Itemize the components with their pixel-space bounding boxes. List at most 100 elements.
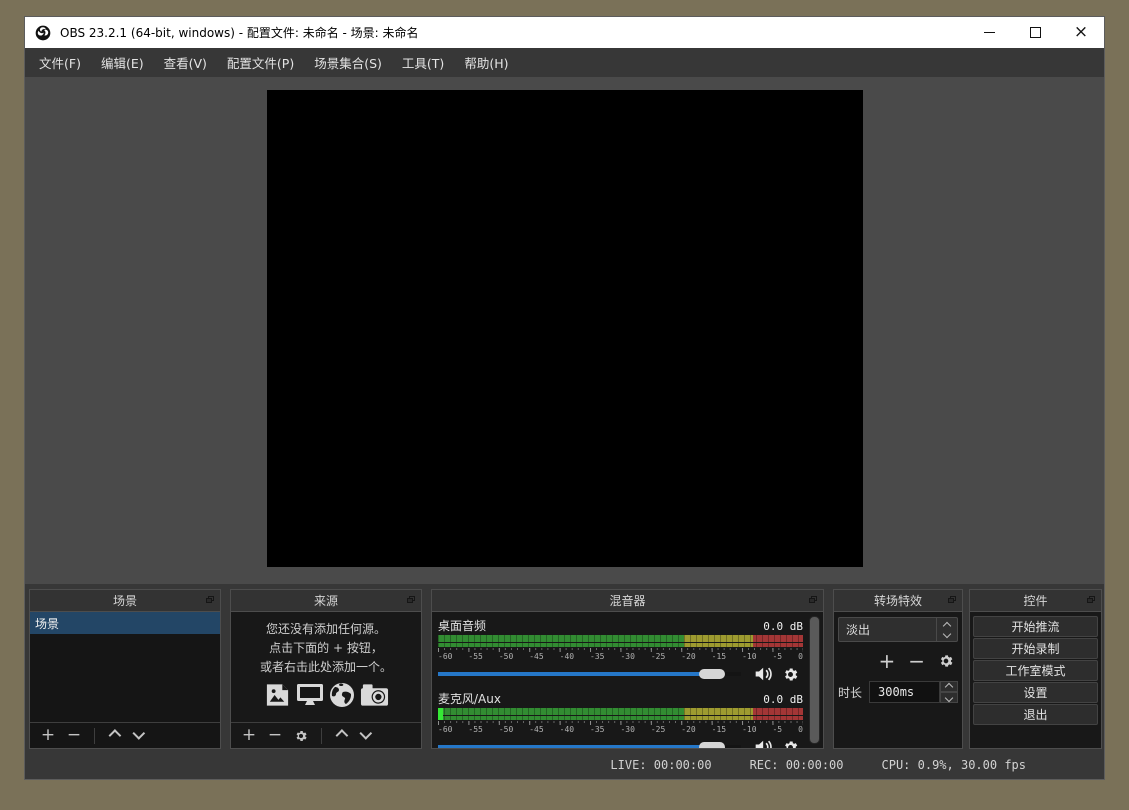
add-transition-button[interactable]: + xyxy=(878,651,895,671)
exit-button[interactable]: 退出 xyxy=(973,704,1098,725)
speaker-icon xyxy=(754,739,774,748)
float-panel-icon[interactable] xyxy=(809,596,818,604)
settings-button[interactable]: 设置 xyxy=(973,682,1098,703)
mute-button[interactable] xyxy=(751,738,777,748)
mixer-channel-mic-aux: 麦克风/Aux 0.0 dB -60-55-50-45-40-35-30-25-… xyxy=(438,690,803,748)
move-source-up-button[interactable] xyxy=(330,723,350,748)
float-panel-icon[interactable] xyxy=(948,596,957,604)
studio-mode-button[interactable]: 工作室模式 xyxy=(973,660,1098,681)
start-streaming-button[interactable]: 开始推流 xyxy=(973,616,1098,637)
sources-empty-area[interactable]: 您还没有添加任何源。 点击下面的 + 按钮， 或者右击此处添加一个。 xyxy=(231,612,421,722)
meter-live-level xyxy=(438,708,443,720)
duration-decrease-button[interactable] xyxy=(940,692,958,703)
controls-panel-header[interactable]: 控件 xyxy=(970,590,1101,612)
channel-settings-button[interactable] xyxy=(777,738,803,748)
display-icon xyxy=(296,682,324,708)
source-type-icons xyxy=(231,682,421,708)
add-source-button[interactable]: + xyxy=(239,723,259,748)
menu-help[interactable]: 帮助(H) xyxy=(454,48,518,77)
transitions-panel-header[interactable]: 转场特效 xyxy=(834,590,962,612)
sources-panel-header[interactable]: 来源 xyxy=(231,590,421,612)
chevron-up-icon xyxy=(108,729,121,742)
mixer-panel-title: 混音器 xyxy=(609,592,645,609)
image-icon xyxy=(264,682,291,708)
sources-empty-line1: 您还没有添加任何源。 xyxy=(231,620,421,639)
minimize-button[interactable] xyxy=(966,17,1012,48)
volume-meter: -60-55-50-45-40-35-30-25-20-15-10-50 xyxy=(438,635,803,662)
float-panel-icon[interactable] xyxy=(1087,596,1096,604)
status-bar: LIVE: 00:00:00 REC: 00:00:00 CPU: 0.9%, … xyxy=(25,750,1104,779)
remove-scene-button[interactable]: − xyxy=(64,723,84,748)
transition-select[interactable]: 淡出 xyxy=(838,617,958,642)
remove-source-button[interactable]: − xyxy=(265,723,285,748)
maximize-button[interactable] xyxy=(1012,17,1058,48)
volume-slider-handle[interactable] xyxy=(699,742,725,748)
scenes-toolbar: + − xyxy=(30,722,220,748)
mixer-body: 桌面音频 0.0 dB -60-55-50-45-40-35-30-25-20-… xyxy=(432,612,823,748)
minimize-icon xyxy=(984,32,995,33)
mixer-scrollbar[interactable] xyxy=(809,616,820,744)
menu-file[interactable]: 文件(F) xyxy=(29,48,91,77)
volume-slider[interactable] xyxy=(438,665,741,683)
mute-button[interactable] xyxy=(751,665,777,683)
obs-main-window: OBS 23.2.1 (64-bit, windows) - 配置文件: 未命名… xyxy=(24,16,1105,780)
scenes-panel-header[interactable]: 场景 xyxy=(30,590,220,612)
menu-profile[interactable]: 配置文件(P) xyxy=(217,48,304,77)
combo-spinner[interactable] xyxy=(936,618,957,641)
meter-tick-labels: -60-55-50-45-40-35-30-25-20-15-10-50 xyxy=(438,652,803,662)
menu-scene-collection[interactable]: 场景集合(S) xyxy=(304,48,392,77)
volume-slider[interactable] xyxy=(438,738,741,748)
start-recording-button[interactable]: 开始录制 xyxy=(973,638,1098,659)
rec-time: REC: 00:00:00 xyxy=(750,758,844,772)
transition-selected-value: 淡出 xyxy=(839,621,936,638)
source-properties-button[interactable] xyxy=(291,723,311,748)
scene-list-item[interactable]: 场景 xyxy=(30,612,220,634)
float-panel-icon[interactable] xyxy=(206,596,215,604)
chevron-up-icon xyxy=(943,621,951,629)
menu-view[interactable]: 查看(V) xyxy=(154,48,217,77)
globe-icon xyxy=(329,682,355,708)
duration-label: 时长 xyxy=(838,684,862,701)
scenes-list[interactable]: 场景 xyxy=(30,612,220,722)
remove-transition-button[interactable]: − xyxy=(908,651,925,671)
add-scene-button[interactable]: + xyxy=(38,723,58,748)
transition-properties-button[interactable] xyxy=(938,653,954,669)
speaker-icon xyxy=(754,666,774,682)
volume-slider-handle[interactable] xyxy=(699,669,725,679)
scenes-panel-title: 场景 xyxy=(113,592,137,609)
close-button[interactable]: × xyxy=(1058,17,1104,48)
move-scene-down-button[interactable] xyxy=(129,723,149,748)
move-source-down-button[interactable] xyxy=(356,723,376,748)
channel-level-db: 0.0 dB xyxy=(763,620,803,633)
sources-toolbar: + − xyxy=(231,722,421,748)
channel-name: 桌面音频 xyxy=(438,617,486,634)
duration-input[interactable]: 300ms xyxy=(869,681,940,703)
duration-increase-button[interactable] xyxy=(940,681,958,692)
gear-icon xyxy=(294,729,308,743)
cpu-fps-stats: CPU: 0.9%, 30.00 fps xyxy=(882,758,1027,772)
sources-panel: 来源 您还没有添加任何源。 点击下面的 + 按钮， 或者右击此处添加一个。 xyxy=(230,589,422,749)
menu-tools[interactable]: 工具(T) xyxy=(392,48,454,77)
mixer-panel: 混音器 桌面音频 0.0 dB -60-55-50-45-40-35- xyxy=(431,589,824,749)
channel-level-db: 0.0 dB xyxy=(763,693,803,706)
float-panel-icon[interactable] xyxy=(407,596,416,604)
gear-icon xyxy=(938,653,954,669)
menu-edit[interactable]: 编辑(E) xyxy=(91,48,154,77)
transitions-panel-title: 转场特效 xyxy=(874,592,922,609)
chevron-up-icon xyxy=(335,729,348,742)
move-scene-up-button[interactable] xyxy=(103,723,123,748)
gear-icon xyxy=(782,666,799,683)
channel-settings-button[interactable] xyxy=(777,665,803,683)
chevron-down-icon xyxy=(945,693,953,701)
mixer-panel-header[interactable]: 混音器 xyxy=(432,590,823,612)
sources-empty-line2: 点击下面的 + 按钮， xyxy=(231,639,421,658)
gear-icon xyxy=(782,739,799,749)
sources-empty-line3: 或者右击此处添加一个。 xyxy=(231,658,421,677)
preview-area[interactable] xyxy=(25,77,1104,584)
camera-icon xyxy=(360,682,389,708)
obs-logo-icon xyxy=(35,25,51,41)
scrollbar-thumb[interactable] xyxy=(809,616,820,744)
chevron-up-icon xyxy=(945,682,953,690)
program-canvas[interactable] xyxy=(267,90,863,567)
meter-tick-labels: -60-55-50-45-40-35-30-25-20-15-10-50 xyxy=(438,725,803,735)
